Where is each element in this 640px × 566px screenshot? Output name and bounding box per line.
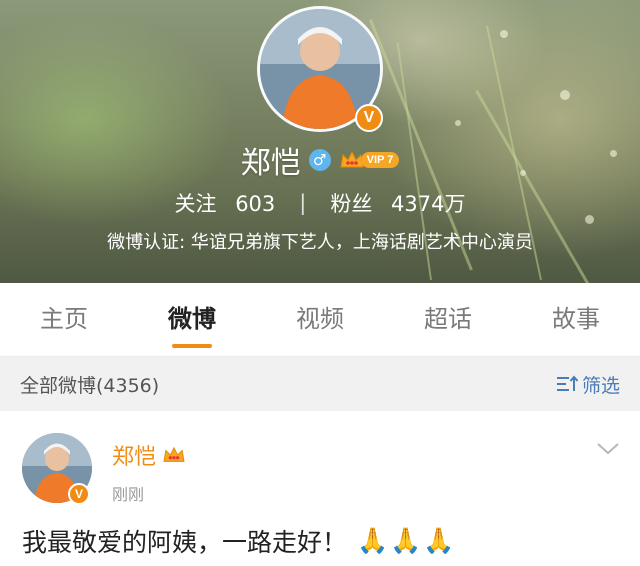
post-menu-button[interactable]	[596, 441, 620, 460]
bokeh-decoration	[560, 90, 570, 100]
followers-label: 粉丝	[330, 192, 373, 216]
profile-tabs: 主页 微博 视频 超话 故事	[0, 283, 640, 357]
prayer-hands-icon: 🙏	[357, 526, 389, 555]
vip-crown-icon[interactable]: VIP 7	[339, 149, 400, 171]
followers-count: 4374万	[391, 192, 466, 216]
verified-badge-icon: V	[68, 483, 90, 505]
profile-header: V 郑恺 ♂ VIP 7 关注 603 | 粉丝 4374万 微博认证: 华谊兄…	[0, 0, 640, 283]
tab-weibo[interactable]: 微博	[128, 283, 256, 356]
filter-bar: 全部微博(4356) 筛选	[0, 357, 640, 411]
tab-home[interactable]: 主页	[0, 283, 128, 356]
post-author-row: 郑恺	[112, 439, 186, 471]
verification-info: 微博认证: 华谊兄弟旗下艺人，上海话剧艺术中心演员	[107, 232, 533, 253]
tab-label: 微博	[168, 305, 216, 333]
verified-badge-icon: V	[355, 104, 383, 132]
chevron-down-icon	[597, 443, 619, 455]
following-stat[interactable]: 关注 603	[175, 188, 276, 218]
post-content: 我最敬爱的阿姨，一路走好！ 🙏 🙏 🙏	[22, 523, 454, 559]
followers-stat[interactable]: 粉丝 4374万	[330, 188, 465, 218]
post-text: 我最敬爱的阿姨，一路走好！	[22, 528, 348, 557]
filter-button[interactable]: 筛选	[556, 371, 620, 398]
profile-stats: 关注 603 | 粉丝 4374万	[0, 186, 640, 220]
prayer-hands-icon: 🙏	[390, 526, 422, 555]
tab-label: 主页	[40, 305, 88, 333]
prayer-emoji-group: 🙏 🙏 🙏	[357, 526, 454, 556]
post-card: V 郑恺 刚刚 我最敬爱的阿姨，一路走好！ 🙏 🙏 🙏	[0, 411, 640, 566]
post-timestamp: 刚刚	[112, 485, 145, 504]
bokeh-decoration	[500, 30, 508, 38]
vip-level-badge: VIP 7	[360, 152, 400, 168]
bokeh-decoration	[455, 120, 461, 126]
tab-super-topic[interactable]: 超话	[384, 283, 512, 356]
active-tab-indicator	[172, 344, 212, 348]
filter-label: 筛选	[581, 374, 620, 397]
profile-name-row: 郑恺 ♂ VIP 7	[0, 140, 640, 181]
male-gender-icon: ♂	[308, 149, 331, 171]
profile-name: 郑恺	[240, 146, 301, 181]
tab-story[interactable]: 故事	[512, 283, 640, 356]
tab-label: 视频	[296, 305, 344, 333]
prayer-hands-icon: 🙏	[423, 526, 455, 555]
following-count: 603	[235, 192, 276, 216]
tab-video[interactable]: 视频	[256, 283, 384, 356]
crown-icon	[163, 446, 185, 462]
filter-icon	[556, 375, 578, 391]
tab-label: 故事	[552, 305, 600, 333]
stats-divider: |	[299, 191, 307, 215]
post-author-name[interactable]: 郑恺	[112, 439, 156, 471]
tab-label: 超话	[424, 305, 472, 333]
all-posts-count[interactable]: 全部微博(4356)	[20, 371, 159, 398]
following-label: 关注	[174, 192, 217, 216]
